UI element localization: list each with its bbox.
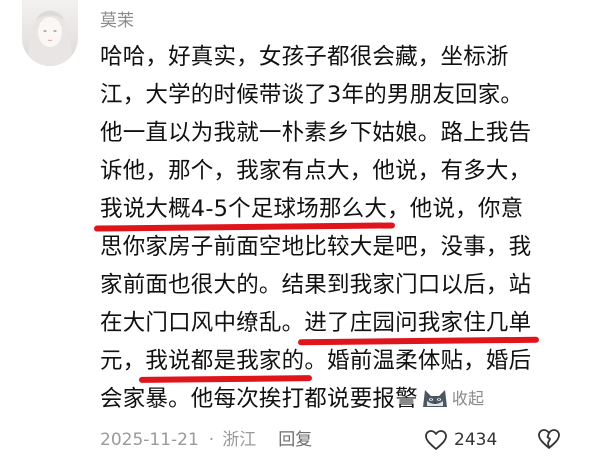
broken-heart-icon[interactable] (537, 428, 561, 457)
heart-icon (424, 429, 448, 451)
comment-date: 2025-11-21 (100, 430, 199, 450)
collapse-button[interactable]: 收起 (452, 389, 484, 408)
comment-line: 江，大学的时候带谈了3年的男朋友回家。 (100, 82, 524, 108)
highlighted-text: 我说都是我家的 (145, 348, 305, 374)
comment-line: 他一直以为我就一朴素乡下姑娘。路上我告 (100, 120, 532, 146)
comment-line: 诉他，那个，我家有点大，他说，有多大， (100, 158, 532, 184)
comment-line: 家前面也很大的。结果到我家门口以后，站 (100, 272, 532, 298)
username[interactable]: 莫茉 (100, 10, 134, 32)
comment-line: 元，我说都是我家的。婚前温柔体贴，婚后 (100, 348, 532, 374)
comment-line: 思你家房子前面空地比较大是吧，没事，我 (100, 234, 532, 260)
comment-text: 哈哈，好真实，女孩子都很会藏，坐标浙 江，大学的时候带谈了3年的男朋友回家。 他… (100, 38, 600, 418)
comment-location: 浙江 (222, 430, 257, 450)
comment-line: 会家暴。他每次挨打都说要报警 收起 (100, 380, 600, 418)
cat-face-icon (420, 383, 450, 407)
comment-line: 我说大概4-5个足球场那么大，他说，你意 (100, 196, 524, 222)
reply-button[interactable]: 回复 (278, 430, 312, 450)
like-count: 2434 (454, 430, 498, 450)
separator: · (208, 430, 215, 450)
comment-line: 在大门口风中缭乱。进了庄园问我家住几单 (100, 310, 532, 336)
comment-meta: 2025-11-21 · 浙江 回复 2434 (100, 428, 600, 452)
like-button[interactable]: 2434 (424, 428, 497, 452)
highlighted-text: 我说大概4-5个足球场那么大 (100, 196, 388, 222)
avatar-image (28, 10, 72, 66)
avatar[interactable] (22, 0, 78, 66)
comment-line: 哈哈，好真实，女孩子都很会藏，坐标浙 (100, 44, 509, 70)
highlighted-text: 进了庄园问我家住几单 (304, 310, 532, 336)
